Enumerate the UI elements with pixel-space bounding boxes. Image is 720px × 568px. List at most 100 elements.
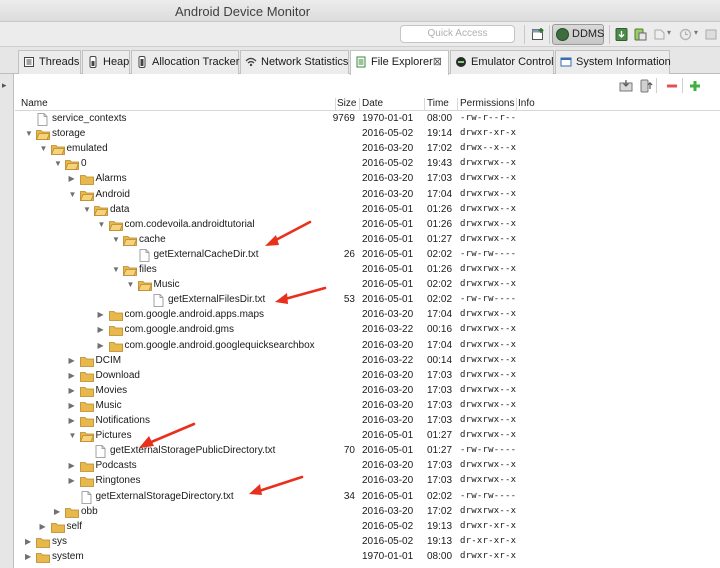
expand-chevron-down-icon[interactable]: ▼ [25,130,33,138]
expand-chevron-right-icon[interactable]: ▶ [25,537,33,546]
tab-allocation-tracker[interactable]: Allocation Tracker [131,50,239,74]
expand-chevron-right-icon[interactable]: ▶ [40,522,48,531]
column-header-name[interactable]: Name [21,98,48,109]
debug-process-icon[interactable] [652,27,667,42]
table-row[interactable]: ▶ Music 2016-03-20 17:03 drwxrwx--x [15,399,720,414]
expand-chevron-right-icon[interactable]: ▶ [54,507,62,516]
folder-icon [79,477,94,488]
close-tab-icon[interactable]: ⊠ [433,51,442,73]
file-time: 17:03 [427,415,453,426]
table-row[interactable]: ▶ Alarms 2016-03-20 17:03 drwxrwx--x [15,172,720,187]
expand-chevron-right-icon[interactable]: ▶ [98,326,106,334]
tab-file-explorer[interactable]: File Explorer ⊠ [350,50,449,75]
tab-emulator-control[interactable]: Emulator Control [450,50,554,74]
column-header-permissions[interactable]: Permissions [460,98,514,109]
expand-chevron-right-icon[interactable]: ▶ [69,175,77,183]
table-row[interactable]: ▶ Ringtones 2016-03-20 17:03 drwxrwx--x [15,474,720,489]
table-row[interactable]: getExternalFilesDir.txt 53 2016-05-01 02:02… [15,293,720,308]
new-folder-icon[interactable] [688,79,702,93]
table-row[interactable]: ▶ Download 2016-03-20 17:03 drwxrwx--x [15,369,720,384]
table-row[interactable]: ▼ cache 2016-05-01 01:27 drwxrwx--x [15,233,720,248]
table-row[interactable]: ▶ obb 2016-03-20 17:02 drwxrwx--x [15,505,720,520]
expand-chevron-right-icon[interactable]: ▶ [69,371,77,380]
table-row[interactable]: ▼ 0 2016-05-02 19:43 drwxrwx--x [15,157,720,172]
column-header-info[interactable]: Info [518,98,535,109]
table-row[interactable]: ▶ com.google.android.gms 2016-03-22 00:16 dr… [15,323,720,338]
file-permissions: -rw-rw---- [460,490,517,501]
expand-chevron-down-icon[interactable]: ▼ [54,160,62,168]
expand-chevron-right-icon[interactable]: ▶ [98,341,106,350]
stop-process-icon[interactable] [704,27,719,42]
dropdown-chevron-icon[interactable]: ▾ [694,28,698,37]
dropdown-chevron-icon[interactable]: ▾ [667,28,671,37]
table-row[interactable]: ▶ sys 2016-05-02 19:13 dr-xr-xr-x [15,535,720,550]
file-time: 17:03 [427,384,453,396]
delete-icon[interactable] [665,79,679,93]
expand-chevron-right-icon[interactable]: ▶ [25,552,33,561]
table-row[interactable]: ▼ Pictures 2016-05-01 01:27 drwxrwx--x [15,429,720,444]
tab-system-information[interactable]: System Information [555,50,671,74]
table-row[interactable]: ▼ storage 2016-05-02 19:14 drwxr-xr-x [15,127,720,142]
column-header-time[interactable]: Time [427,98,449,109]
expand-chevron-down-icon[interactable]: ▼ [83,205,91,214]
expand-chevron-right-icon[interactable]: ▶ [69,462,77,470]
folder-icon [79,190,94,201]
expand-chevron-right-icon[interactable]: ▶ [69,417,77,425]
screen-capture-icon[interactable] [614,27,629,42]
table-row[interactable]: ▶ Notifications 2016-03-20 17:03 drwxrwx--x [15,414,720,429]
file-date: 2016-03-20 [362,188,414,200]
expand-chevron-down-icon[interactable]: ▼ [69,432,77,440]
system-trace-icon[interactable] [678,27,693,42]
open-perspective-icon[interactable] [531,27,546,42]
table-row[interactable]: ▶ Podcasts 2016-03-20 17:03 drwxrwx--x [15,459,720,474]
folder-icon [79,386,94,397]
table-row[interactable]: service_contexts 9769 1970-01-01 08:00 -rw-r… [15,112,720,127]
quick-access-input[interactable]: Quick Access [400,25,515,43]
table-row[interactable]: getExternalStorageDirectory.txt 34 2016-05… [15,490,720,505]
table-row[interactable]: getExternalCacheDir.txt 26 2016-05-01 02:02… [15,248,720,263]
expand-chevron-right-icon[interactable]: ▶ [69,386,77,395]
expand-chevron-down-icon[interactable]: ▼ [98,220,106,229]
table-row[interactable]: ▼ Music 2016-05-01 02:02 drwxrwx--x [15,278,720,293]
file-name: system [52,550,84,562]
table-row[interactable]: ▶ Movies 2016-03-20 17:03 drwxrwx--x [15,384,720,399]
dump-hierarchy-icon[interactable] [633,27,648,42]
table-row[interactable]: ▼ Android 2016-03-20 17:04 drwxrwx--x [15,188,720,203]
file-permissions: -rw-r--r-- [460,113,517,123]
table-row[interactable]: ▼ data 2016-05-01 01:26 drwxrwx--x [15,203,720,218]
column-header-date[interactable]: Date [362,98,383,109]
table-row[interactable]: ▼ com.codevoila.androidtutorial 2016-05-01… [15,218,720,233]
threads-icon [24,57,34,67]
ddms-perspective-button[interactable]: DDMS [552,24,604,45]
expand-chevron-right-icon[interactable]: ▶ [69,477,77,485]
overflow-chevron-icon[interactable]: ▸ [2,80,7,91]
pull-file-icon[interactable] [619,79,633,93]
column-header-size[interactable]: Size [337,98,356,109]
table-row[interactable]: getExternalStoragePublicDirectory.txt 70 2… [15,444,720,459]
expand-chevron-down-icon[interactable]: ▼ [112,266,120,274]
expand-chevron-down-icon[interactable]: ▼ [69,190,77,199]
system-info-icon [560,57,572,67]
expand-chevron-down-icon[interactable]: ▼ [127,281,135,289]
expand-chevron-down-icon[interactable]: ▼ [112,235,120,244]
table-row[interactable]: ▼ files 2016-05-01 01:26 drwxrwx--x [15,263,720,278]
table-row[interactable]: ▶ com.google.android.apps.maps 2016-03-20 1… [15,308,720,323]
expand-chevron-right-icon[interactable]: ▶ [98,311,106,319]
folder-icon [79,356,94,367]
file-permissions: drwxrwx--x [460,369,517,380]
file-size: 70 [343,445,355,457]
table-row[interactable]: ▶ com.google.android.googlequicksearchbox… [15,339,720,354]
table-row[interactable]: ▶ system 1970-01-01 08:00 drwxr-xr-x [15,550,720,565]
tab-threads[interactable]: Threads [18,50,81,74]
folder-icon [65,507,79,518]
table-row[interactable]: ▼ emulated 2016-03-20 17:02 drwx--x--x [15,142,720,157]
file-date: 2016-05-01 [362,233,414,245]
expand-chevron-right-icon[interactable]: ▶ [69,401,77,410]
expand-chevron-right-icon[interactable]: ▶ [69,356,77,365]
table-row[interactable]: ▶ self 2016-05-02 19:13 drwxr-xr-x [15,520,720,535]
tab-network-statistics[interactable]: Network Statistics [240,50,349,74]
push-file-icon[interactable] [639,79,653,93]
table-row[interactable]: ▶ DCIM 2016-03-22 00:14 drwxrwx--x [15,354,720,369]
expand-chevron-down-icon[interactable]: ▼ [40,145,48,153]
tab-heap[interactable]: Heap [82,50,130,74]
